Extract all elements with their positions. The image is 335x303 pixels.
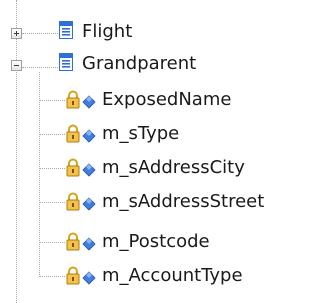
private-property-icon: [66, 90, 96, 109]
private-property-icon: [66, 124, 96, 143]
node-label[interactable]: Flight: [82, 21, 132, 43]
private-property-icon: [66, 192, 96, 211]
tree-guide-line: [16, 72, 17, 303]
collapse-icon[interactable]: [11, 60, 22, 71]
node-label[interactable]: ExposedName: [102, 89, 231, 111]
class-tree-view[interactable]: Flight Grandparent ExposedName m_sType m…: [0, 0, 335, 303]
private-property-icon: [66, 158, 96, 177]
tree-guide-line: [39, 72, 40, 277]
node-label[interactable]: m_sAddressCity: [102, 157, 245, 179]
class-icon: [59, 21, 73, 39]
node-label[interactable]: m_sAddressStreet: [102, 191, 264, 213]
node-label[interactable]: m_Postcode: [102, 231, 210, 253]
tree-connector-line: [22, 33, 58, 34]
node-label[interactable]: Grandparent: [82, 53, 196, 75]
class-icon: [59, 53, 73, 71]
expand-icon[interactable]: [11, 28, 22, 39]
tree-connector-line: [22, 67, 58, 68]
node-label[interactable]: m_sType: [102, 123, 179, 145]
node-label[interactable]: m_AccountType: [102, 265, 243, 287]
private-property-icon: [66, 232, 96, 251]
private-property-icon: [66, 266, 96, 285]
